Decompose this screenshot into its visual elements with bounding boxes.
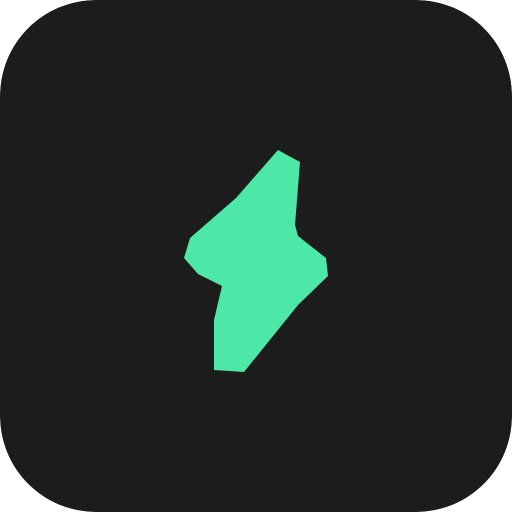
app-icon[interactable] [0, 0, 512, 512]
app-icon-graphic [0, 0, 512, 512]
